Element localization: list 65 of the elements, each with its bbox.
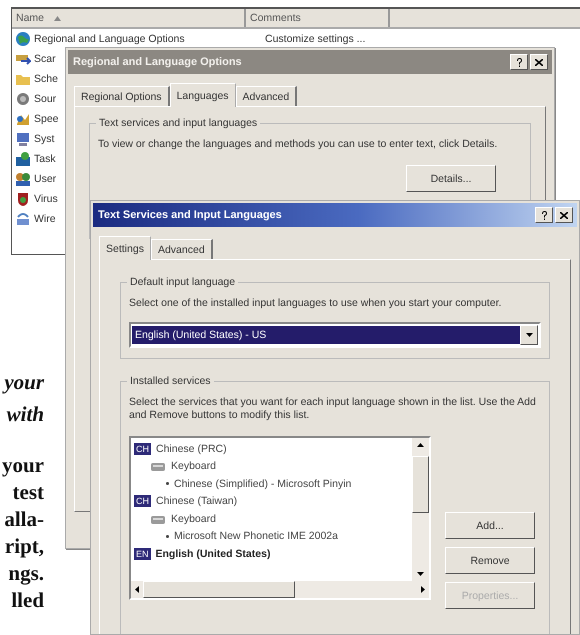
computer-icon	[15, 131, 31, 147]
window-title: Regional and Language Options	[73, 56, 242, 68]
scroll-right-icon	[421, 586, 425, 593]
language-dropdown[interactable]: English (United States) - US	[129, 322, 541, 348]
file-name[interactable]: Regional and Language Options	[34, 33, 262, 45]
wireless-icon	[15, 211, 31, 227]
language-badge: CH	[134, 495, 151, 508]
dropdown-arrow-icon	[526, 333, 532, 337]
bullet-icon	[166, 482, 169, 486]
language-name[interactable]: Chinese (PRC)	[156, 442, 227, 455]
details-button[interactable]: Details...	[406, 165, 496, 192]
service-name[interactable]: Microsoft New Phonetic IME 2002a	[174, 530, 338, 542]
language-badge: CH	[134, 442, 151, 455]
scroll-down-icon	[417, 572, 424, 576]
speaker-icon	[15, 91, 31, 107]
print-text: lled	[10, 587, 45, 614]
print-text: with	[6, 401, 45, 428]
file-comment: Customize settings ...	[265, 33, 366, 45]
services-list[interactable]: CH Chinese (PRC) Keyboard Chinese (Simplified) - Microsoft Pinyin CH Chinese (Taiwan) Keyboard Microsoft New Phonetic IME 2002a EN English (United States)	[129, 436, 431, 600]
scroll-thumb[interactable]	[143, 581, 295, 598]
tab[interactable]: Languages	[170, 83, 236, 107]
print-text: alla-	[3, 506, 45, 533]
description-text: Select the services that you want for each input language shown in the list. Use the Add and Remove buttons to modify this list.	[129, 396, 537, 422]
tab[interactable]: Advanced	[236, 86, 298, 106]
print-text: your	[1, 369, 46, 396]
close-icon	[535, 58, 543, 66]
tab[interactable]: Advanced	[150, 239, 213, 259]
group-title: Installed services	[127, 375, 214, 387]
service-name[interactable]: Chinese (Simplified) - Microsoft Pinyin	[174, 478, 352, 490]
action-button[interactable]: Add...	[445, 512, 535, 539]
group-title: Default input language	[127, 276, 238, 288]
users-icon	[15, 171, 31, 187]
tab[interactable]: Regional Options	[74, 86, 170, 106]
language-badge: EN	[134, 548, 151, 560]
language-name[interactable]: English (United States)	[156, 548, 270, 560]
column-header[interactable]: Name	[12, 9, 246, 27]
service-type: Keyboard	[171, 460, 216, 472]
close-button[interactable]	[555, 207, 573, 223]
tab[interactable]: Settings	[99, 236, 151, 260]
description-text: Select one of the installed input languages to use when you start your computer.	[129, 297, 502, 310]
service-type: Keyboard	[171, 512, 216, 525]
scroll-left-icon	[135, 586, 139, 593]
scroll-up-icon	[417, 443, 424, 447]
sort-arrow-icon	[54, 16, 62, 20]
globe-icon	[15, 31, 31, 47]
print-text: test	[12, 479, 45, 506]
window-title: Text Services and Input Languages	[98, 209, 282, 221]
keyboard-icon	[150, 460, 166, 472]
close-icon	[560, 212, 568, 218]
shield-icon	[15, 191, 31, 207]
vertical-scrollbar[interactable]	[412, 438, 429, 581]
bullet-icon	[166, 534, 169, 538]
help-icon	[516, 58, 522, 66]
help-icon	[540, 210, 548, 220]
action-button[interactable]: Remove	[445, 547, 535, 574]
print-text: ngs.	[7, 560, 45, 587]
scroll-thumb[interactable]	[412, 456, 429, 513]
column-header[interactable]: Comments	[246, 9, 390, 27]
print-text: ript,	[4, 533, 45, 560]
help-button[interactable]	[535, 207, 553, 223]
description-text: To view or change the languages and methods you can use to enter text, click Details.	[98, 138, 498, 151]
group-title: Text services and input languages	[96, 117, 260, 129]
language-name[interactable]: Chinese (Taiwan)	[156, 495, 238, 508]
horizontal-scrollbar[interactable]	[131, 581, 429, 598]
print-text: your	[1, 452, 45, 479]
